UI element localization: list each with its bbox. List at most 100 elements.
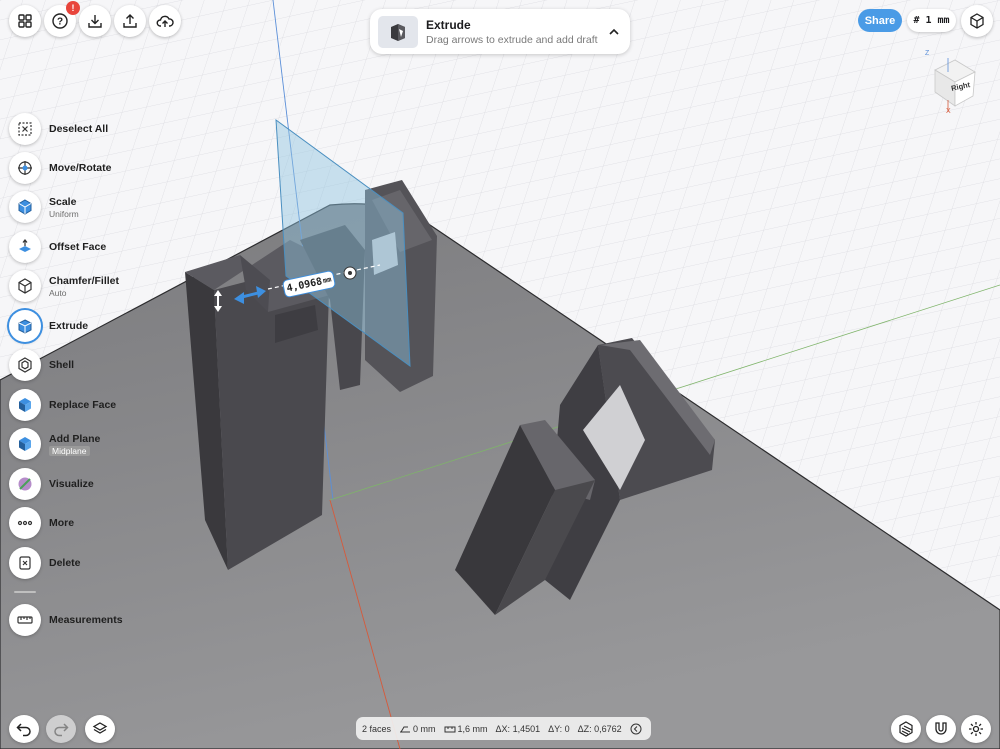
tool-sublabel: Uniform [49,208,79,219]
help-icon: ? [52,13,68,29]
tool-label: Visualize [49,478,94,490]
help-badge: ! [66,1,80,15]
apps-button[interactable] [9,5,41,37]
tool-sublabel: Midplane [49,445,90,456]
layers-icon [92,722,108,734]
gear-icon [969,722,983,736]
tool-shell[interactable]: Shell [9,349,74,381]
snap-button[interactable] [926,715,956,743]
offset-value: 0 mm [413,723,436,734]
deselect-button[interactable] [9,113,41,145]
tool-label: Shell [49,359,75,371]
materials-icon [899,721,913,737]
move-rotate-button[interactable] [9,152,41,184]
svg-text:?: ? [57,17,63,28]
tool-label: Offset Face [49,241,107,253]
import-icon [88,15,102,28]
tool-more[interactable]: More [9,507,74,539]
extrude-preview-icon [391,23,405,41]
perspective-cube-icon [970,13,984,29]
grid-size-button[interactable]: # 1 mm [907,9,956,32]
chamfer-fillet-icon [18,278,32,294]
delta-y: ΔY: 0 [548,723,570,734]
tool-extrude[interactable]: Extrude [9,310,88,342]
magnet-icon [935,722,947,735]
view-options-button[interactable] [961,5,993,37]
tool-label: Measurements [49,614,123,626]
tool-label: Extrude [49,320,89,332]
tool-label: Replace Face [49,399,117,411]
extrude-thumbnail [378,15,418,48]
visualize-button[interactable] [9,468,41,500]
scale-button[interactable] [9,191,41,223]
thickness-value: 1,6 mm [457,723,488,734]
settings-button[interactable] [961,715,991,743]
add-plane-icon [19,437,31,451]
view-cube-x-label: X [946,108,951,115]
offset-face-button[interactable] [9,231,41,263]
more-icon [17,520,33,526]
extrude-button[interactable] [9,310,41,342]
view-cube-z-label: Z [925,50,930,57]
chamfer-fillet-button[interactable] [9,270,41,302]
add-plane-button[interactable] [9,428,41,460]
tool-label: Chamfer/Fillet [49,274,120,287]
tool-sublabel: Auto [49,287,67,298]
share-button[interactable]: Share [858,9,902,32]
extrude-icon [18,319,32,334]
tools-divider [14,591,36,593]
replace-face-icon [19,398,31,412]
cloud-upload-button[interactable] [149,5,181,37]
3d-viewport[interactable] [0,0,1000,749]
delete-icon [19,556,31,570]
undo-icon [16,723,31,737]
tool-label: More [49,517,75,529]
status-bar: 2 faces 0 mm 1,6 mm ΔX: 1,4501 ΔY: 0 ΔZ:… [356,717,651,740]
tool-label: Delete [49,557,81,569]
scale-icon [18,199,32,215]
deselect-icon [18,122,32,136]
measurements-icon [17,616,33,624]
delete-button[interactable] [9,547,41,579]
materials-button[interactable] [891,715,921,743]
measurements-button[interactable] [9,604,41,636]
tool-chamfer-fillet[interactable]: Chamfer/Fillet Auto [9,270,119,302]
tool-replace-face[interactable]: Replace Face [9,389,116,421]
tool-visualize[interactable]: Visualize [9,468,94,500]
export-button[interactable] [114,5,146,37]
offset-icon [400,726,411,732]
undo-button[interactable] [9,715,39,743]
import-button[interactable] [79,5,111,37]
tool-label: Move/Rotate [49,162,112,174]
tool-add-plane[interactable]: Add Plane Midplane [9,428,100,460]
tool-offset-face[interactable]: Offset Face [9,231,106,263]
chevron-up-icon[interactable] [608,26,620,38]
thickness-icon [444,726,456,732]
offset-face-icon [19,239,31,252]
extrude-panel[interactable]: Extrude Drag arrows to extrude and add d… [370,9,630,54]
shell-button[interactable] [9,349,41,381]
apps-icon [18,14,32,28]
tool-delete[interactable]: Delete [9,547,81,579]
visualize-icon [18,477,32,491]
tool-measurements[interactable]: Measurements [9,604,123,636]
cloud-upload-icon [156,15,174,27]
layers-button[interactable] [85,715,115,743]
tool-move-rotate[interactable]: Move/Rotate [9,152,111,184]
replace-face-button[interactable] [9,389,41,421]
tool-deselect-all[interactable]: Deselect All [9,113,108,145]
collapse-icon[interactable] [630,723,642,735]
more-button[interactable] [9,507,41,539]
redo-button[interactable] [46,715,76,743]
dimension-value: 4,0968 [285,275,324,295]
dimension-unit: mm [322,275,333,285]
redo-icon [54,723,69,737]
panel-title: Extrude [426,17,471,32]
tool-label: Scale [49,195,77,208]
export-icon [123,14,137,28]
tool-scale[interactable]: Scale Uniform [9,191,79,223]
move-rotate-icon [18,161,32,175]
selection-count: 2 faces [362,723,392,734]
help-button[interactable]: ? ! [44,1,80,37]
delta-x: ΔX: 1,4501 [495,723,541,734]
